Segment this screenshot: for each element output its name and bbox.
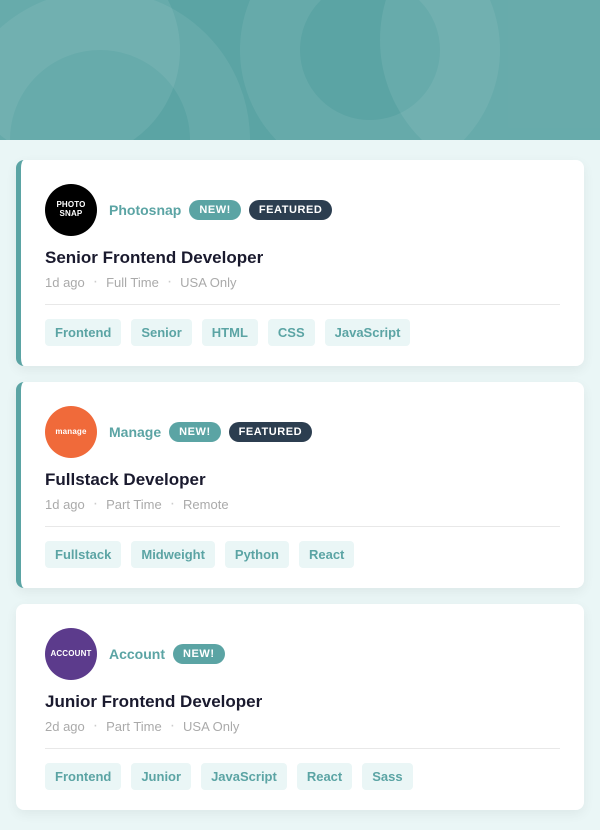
job-type: Part Time xyxy=(106,719,162,734)
job-meta: 1d ago · Full Time · USA Only xyxy=(45,274,560,290)
card-divider xyxy=(45,304,560,305)
company-logo: ACCOUNT xyxy=(45,628,97,680)
company-name: Account xyxy=(109,646,165,662)
job-location: Remote xyxy=(183,497,229,512)
dot-separator-2: · xyxy=(170,496,175,512)
company-logo: PHOTOSNAP xyxy=(45,184,97,236)
hero-arc-1 xyxy=(0,0,250,140)
job-meta: 2d ago · Part Time · USA Only xyxy=(45,718,560,734)
job-meta: 1d ago · Part Time · Remote xyxy=(45,496,560,512)
dot-separator-1: · xyxy=(93,718,98,734)
tag-item[interactable]: Frontend xyxy=(45,319,121,346)
tag-item[interactable]: Frontend xyxy=(45,763,121,790)
logo-text: manage xyxy=(55,428,86,437)
featured-badge: FEATURED xyxy=(249,200,332,220)
job-location: USA Only xyxy=(183,719,239,734)
tag-item[interactable]: React xyxy=(297,763,352,790)
job-listing: PHOTOSNAP Photosnap NEW! FEATURED Senior … xyxy=(0,140,600,830)
tag-item[interactable]: Python xyxy=(225,541,289,568)
job-card-3: ACCOUNT Account NEW! Junior Frontend Dev… xyxy=(16,604,584,810)
tag-item[interactable]: Midweight xyxy=(131,541,215,568)
job-type: Full Time xyxy=(106,275,159,290)
tag-item[interactable]: HTML xyxy=(202,319,258,346)
hero-header xyxy=(0,0,600,140)
new-badge: NEW! xyxy=(189,200,241,220)
posted-time: 2d ago xyxy=(45,719,85,734)
logo-text: PHOTOSNAP xyxy=(56,201,85,219)
card-divider xyxy=(45,526,560,527)
company-header: Account NEW! xyxy=(109,644,225,664)
featured-badge: FEATURED xyxy=(229,422,312,442)
dot-separator-1: · xyxy=(93,496,98,512)
company-header: Manage NEW! FEATURED xyxy=(109,422,312,442)
card-top: PHOTOSNAP Photosnap NEW! FEATURED xyxy=(45,184,560,236)
new-badge: NEW! xyxy=(173,644,225,664)
card-top: manage Manage NEW! FEATURED xyxy=(45,406,560,458)
tag-item[interactable]: CSS xyxy=(268,319,315,346)
dot-separator-1: · xyxy=(93,274,98,290)
posted-time: 1d ago xyxy=(45,275,85,290)
tag-item[interactable]: Junior xyxy=(131,763,191,790)
tags-container: Fullstack Midweight Python React xyxy=(45,541,560,568)
tag-item[interactable]: Sass xyxy=(362,763,412,790)
new-badge: NEW! xyxy=(169,422,221,442)
company-logo: manage xyxy=(45,406,97,458)
tag-item[interactable]: Senior xyxy=(131,319,191,346)
tag-item[interactable]: JavaScript xyxy=(201,763,287,790)
hero-arc-2 xyxy=(240,0,500,140)
logo-text: ACCOUNT xyxy=(50,650,91,659)
job-card-2: manage Manage NEW! FEATURED Fullstack Dev… xyxy=(16,382,584,588)
company-name: Manage xyxy=(109,424,161,440)
tags-container: Frontend Junior JavaScript React Sass xyxy=(45,763,560,790)
job-title[interactable]: Fullstack Developer xyxy=(45,470,560,490)
posted-time: 1d ago xyxy=(45,497,85,512)
tag-item[interactable]: JavaScript xyxy=(325,319,411,346)
job-type: Part Time xyxy=(106,497,162,512)
job-title[interactable]: Senior Frontend Developer xyxy=(45,248,560,268)
dot-separator-2: · xyxy=(170,718,175,734)
job-title[interactable]: Junior Frontend Developer xyxy=(45,692,560,712)
company-header: Photosnap NEW! FEATURED xyxy=(109,200,332,220)
tags-container: Frontend Senior HTML CSS JavaScript xyxy=(45,319,560,346)
card-divider xyxy=(45,748,560,749)
tag-item[interactable]: React xyxy=(299,541,354,568)
job-location: USA Only xyxy=(180,275,236,290)
company-name: Photosnap xyxy=(109,202,181,218)
tag-item[interactable]: Fullstack xyxy=(45,541,121,568)
job-card-1: PHOTOSNAP Photosnap NEW! FEATURED Senior … xyxy=(16,160,584,366)
card-top: ACCOUNT Account NEW! xyxy=(45,628,560,680)
dot-separator-2: · xyxy=(167,274,172,290)
